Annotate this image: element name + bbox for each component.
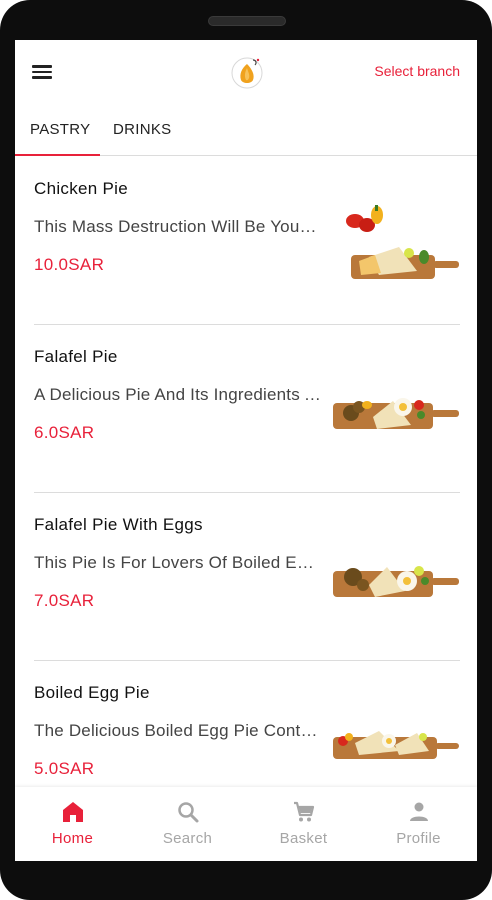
nav-home-label: Home: [51, 830, 94, 847]
nav-home[interactable]: Home: [15, 787, 130, 861]
tab-pastry[interactable]: PASTRY: [30, 121, 90, 138]
home-icon: [63, 802, 83, 822]
person-icon: [410, 802, 428, 821]
nav-basket[interactable]: Basket: [246, 787, 361, 861]
active-tab-indicator: [15, 154, 100, 156]
search-icon: [178, 802, 199, 823]
item-price: 5.0SAR: [34, 759, 95, 778]
list-item[interactable]: Falafel Pie With Eggs This Pie Is For Lo…: [15, 493, 477, 661]
item-name: Boiled Egg Pie: [34, 683, 150, 702]
category-tabs: PASTRY DRINKS: [15, 104, 477, 156]
item-description: A Delicious Pie And Its Ingredients Are …: [34, 385, 322, 404]
brand-logo: [231, 57, 263, 89]
app-screen: Select branch PASTRY DRINKS Chicken Pie …: [15, 40, 477, 861]
product-list: Chicken Pie This Mass Destruction Will B…: [15, 157, 477, 829]
top-bar: Select branch: [15, 40, 477, 104]
item-name: Chicken Pie: [34, 179, 129, 198]
nav-profile-label: Profile: [396, 830, 441, 847]
item-price: 6.0SAR: [34, 423, 95, 442]
cart-icon: [294, 801, 315, 822]
item-name: Falafel Pie: [34, 347, 118, 366]
list-item[interactable]: Chicken Pie This Mass Destruction Will B…: [15, 157, 477, 325]
item-image: [329, 175, 460, 306]
item-name: Falafel Pie With Eggs: [34, 515, 203, 534]
item-description: This Pie Is For Lovers Of Boiled Eggs An…: [34, 553, 322, 572]
list-item[interactable]: Falafel Pie A Delicious Pie And Its Ingr…: [15, 325, 477, 493]
item-image: [329, 511, 460, 642]
nav-profile[interactable]: Profile: [361, 787, 476, 861]
select-branch-link[interactable]: Select branch: [374, 63, 460, 79]
item-description: This Mass Destruction Will Be Your Favor…: [34, 217, 322, 236]
hamburger-menu-icon[interactable]: [32, 62, 56, 82]
nav-search[interactable]: Search: [130, 787, 245, 861]
nav-basket-label: Basket: [279, 830, 328, 847]
phone-frame: Select branch PASTRY DRINKS Chicken Pie …: [0, 0, 492, 900]
bottom-navigation: Home Search Basket Profile: [15, 787, 477, 861]
item-image: [329, 343, 460, 474]
phone-speaker: [208, 16, 286, 26]
item-description: The Delicious Boiled Egg Pie Contains Bo…: [34, 721, 322, 740]
item-price: 7.0SAR: [34, 591, 95, 610]
tab-drinks[interactable]: DRINKS: [113, 121, 171, 138]
item-price: 10.0SAR: [34, 255, 105, 274]
nav-search-label: Search: [162, 830, 213, 847]
